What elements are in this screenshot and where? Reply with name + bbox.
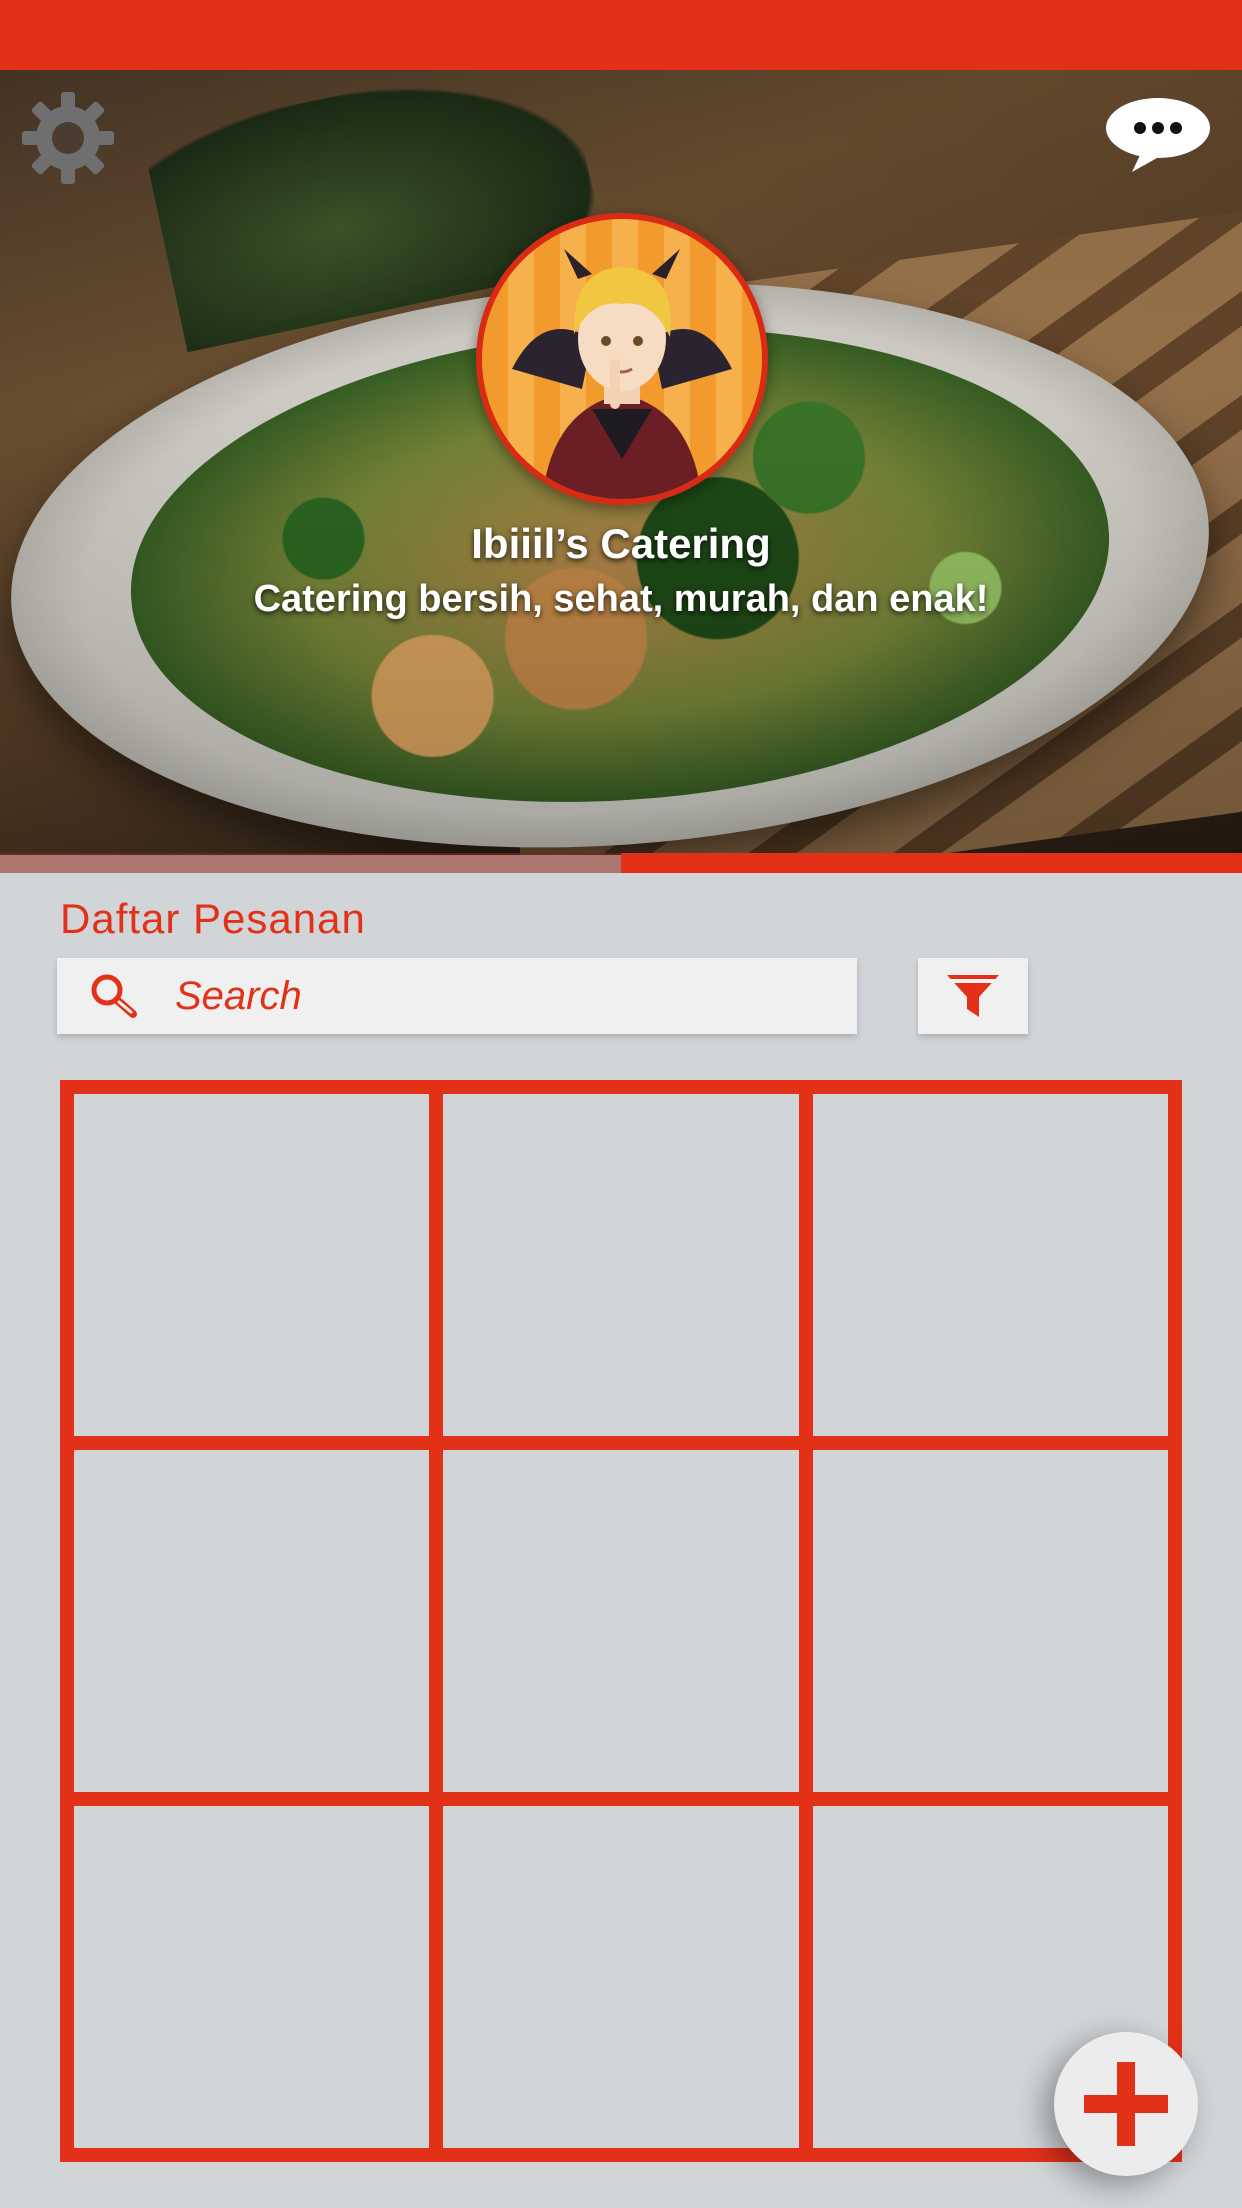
status-bar	[0, 0, 1242, 70]
avatar[interactable]	[476, 213, 768, 505]
settings-button[interactable]	[16, 86, 120, 190]
order-cell[interactable]	[443, 1450, 799, 1792]
profile-illustration	[512, 249, 732, 499]
order-grid	[60, 1080, 1182, 2162]
filter-button[interactable]	[918, 958, 1028, 1034]
order-cell[interactable]	[443, 1806, 799, 2148]
order-cell[interactable]	[74, 1450, 430, 1792]
filter-icon	[947, 975, 999, 1017]
order-cell[interactable]	[812, 1450, 1168, 1792]
carousel-indicator-fill	[621, 853, 1242, 873]
order-cell[interactable]	[74, 1094, 430, 1436]
search-input[interactable]	[175, 973, 775, 1019]
messages-button[interactable]	[1102, 96, 1212, 176]
search-icon	[89, 958, 169, 1034]
store-tagline: Catering bersih, sehat, murah, dan enak!	[253, 578, 989, 620]
order-cell[interactable]	[74, 1806, 430, 2148]
order-cell[interactable]	[443, 1094, 799, 1436]
gear-icon	[22, 92, 114, 184]
chat-bubble-icon	[1106, 98, 1210, 172]
banner-carousel-indicator	[0, 853, 1242, 873]
add-order-button[interactable]	[1054, 2032, 1198, 2176]
orders-section-title: Daftar Pesanan	[60, 895, 366, 942]
search-bar[interactable]	[57, 958, 857, 1034]
plus-icon	[1084, 2062, 1168, 2146]
order-cell[interactable]	[812, 1094, 1168, 1436]
store-name: Ibiiil’s Catering	[471, 520, 771, 567]
